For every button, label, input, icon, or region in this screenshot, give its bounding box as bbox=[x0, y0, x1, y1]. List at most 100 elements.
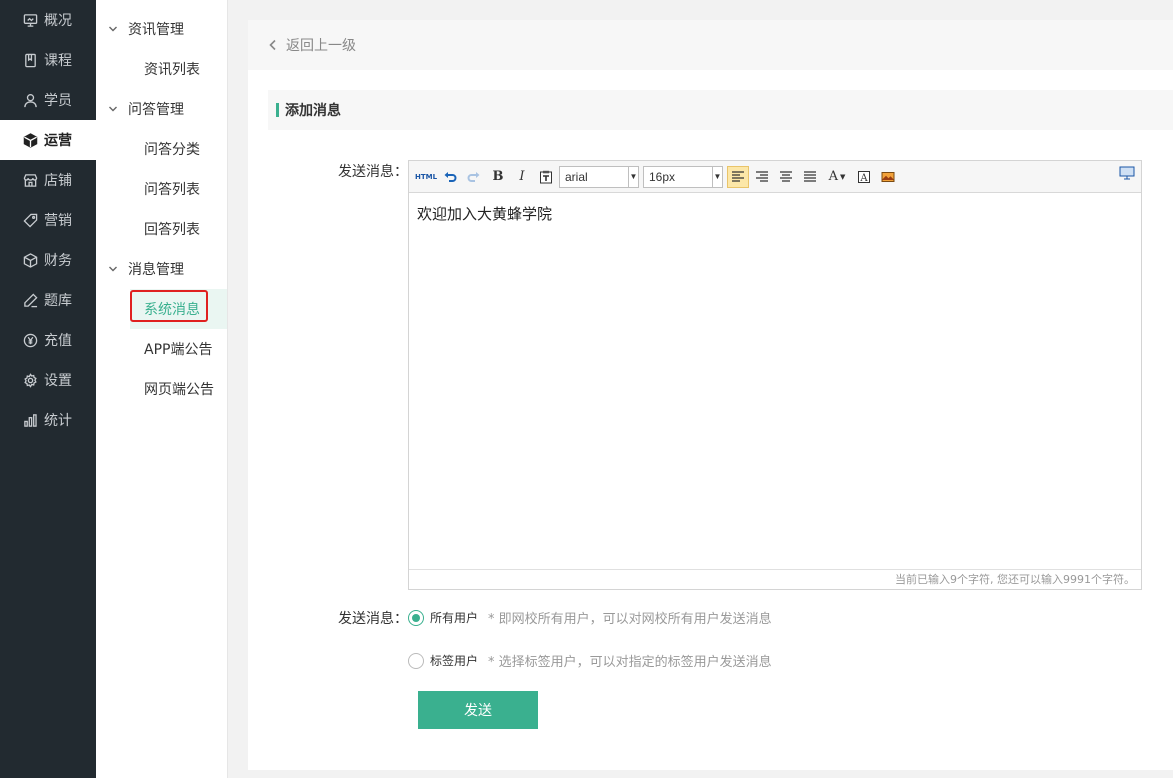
monitor-icon bbox=[22, 12, 38, 28]
image-icon bbox=[881, 171, 895, 182]
insert-image-button[interactable] bbox=[877, 166, 899, 188]
section-title-bar bbox=[276, 103, 279, 117]
character-counter: 当前已输入9个字符, 您还可以输入9991个字符。 bbox=[409, 569, 1141, 589]
nav-item-label: 概况 bbox=[44, 13, 72, 29]
radio-all-users-hint: * 即网校所有用户，可以对网校所有用户发送消息 bbox=[488, 612, 772, 627]
section-title: 添加消息 bbox=[268, 90, 1173, 130]
bar-chart-icon bbox=[22, 412, 38, 428]
message-label: 发送消息： bbox=[338, 164, 408, 180]
nav-item-courses[interactable]: 课程 bbox=[0, 40, 96, 80]
caret-down-icon: ▼ bbox=[628, 166, 638, 187]
nav-item-store[interactable]: 店铺 bbox=[0, 160, 96, 200]
back-link[interactable]: 返回上一级 bbox=[248, 20, 1173, 70]
gear-icon bbox=[22, 372, 38, 388]
menu-group-news[interactable]: 资讯管理 bbox=[96, 9, 227, 49]
nav-item-label: 设置 bbox=[44, 373, 72, 389]
nav-item-marketing[interactable]: 营销 bbox=[0, 200, 96, 240]
radio-tagged-users-hint: * 选择标签用户，可以对指定的标签用户发送消息 bbox=[488, 655, 772, 670]
menu-item-web-notice[interactable]: 网页端公告 bbox=[96, 369, 227, 409]
main-panel: 返回上一级 添加消息 发送消息： HTML B I arial ▼ 16px ▼ bbox=[248, 20, 1173, 770]
pen-icon bbox=[22, 292, 38, 308]
nav-item-label: 课程 bbox=[44, 53, 72, 69]
section-title-text: 添加消息 bbox=[285, 103, 341, 119]
nav-item-label: 营销 bbox=[44, 213, 72, 229]
align-right-button[interactable] bbox=[751, 166, 773, 188]
chevron-left-icon bbox=[269, 39, 276, 51]
bold-button[interactable]: B bbox=[487, 166, 509, 188]
nav-item-statistics[interactable]: 统计 bbox=[0, 400, 96, 440]
background-color-button[interactable]: A bbox=[853, 166, 875, 188]
nav-item-recharge[interactable]: 充值 bbox=[0, 320, 96, 360]
nav-item-label: 财务 bbox=[44, 253, 72, 269]
main-nav: 概况 课程 学员 运营 店铺 营销 财务 题库 充值 设置 统计 bbox=[0, 0, 96, 778]
align-justify-icon bbox=[804, 170, 816, 182]
highlight-text-icon: A bbox=[858, 170, 870, 184]
redo-button[interactable] bbox=[463, 166, 485, 188]
menu-item-qa-category[interactable]: 问答分类 bbox=[96, 129, 227, 169]
fullscreen-button[interactable] bbox=[1119, 166, 1135, 184]
align-left-button[interactable] bbox=[727, 165, 749, 188]
menu-item-system-message[interactable]: 系统消息 bbox=[130, 289, 227, 329]
menu-group-messages[interactable]: 消息管理 bbox=[96, 249, 227, 289]
nav-item-settings[interactable]: 设置 bbox=[0, 360, 96, 400]
redo-icon bbox=[467, 171, 480, 182]
nav-item-label: 店铺 bbox=[44, 173, 72, 189]
menu-group-qa[interactable]: 问答管理 bbox=[96, 89, 227, 129]
back-label: 返回上一级 bbox=[286, 38, 356, 54]
radio-all-users-label: 所有用户 bbox=[430, 611, 479, 625]
coin-box-icon bbox=[22, 252, 38, 268]
book-icon bbox=[22, 52, 38, 68]
undo-button[interactable] bbox=[439, 166, 461, 188]
radio-tagged-users-label: 标签用户 bbox=[430, 654, 479, 668]
highlight-box bbox=[130, 290, 208, 322]
chevron-down-icon bbox=[108, 264, 118, 274]
cube-icon bbox=[22, 132, 38, 148]
chevron-down-icon bbox=[108, 24, 118, 34]
undo-icon bbox=[444, 171, 457, 182]
align-justify-button[interactable] bbox=[799, 166, 821, 188]
menu-item-news-list[interactable]: 资讯列表 bbox=[96, 49, 227, 89]
svg-text:A: A bbox=[859, 173, 868, 184]
paste-text-button[interactable] bbox=[535, 166, 557, 188]
paste-text-icon bbox=[540, 170, 552, 183]
nav-item-label: 题库 bbox=[44, 293, 72, 309]
menu-group-label: 资讯管理 bbox=[128, 22, 184, 38]
send-button[interactable]: 发送 bbox=[418, 691, 538, 729]
menu-item-qa-list[interactable]: 问答列表 bbox=[96, 169, 227, 209]
store-icon bbox=[22, 172, 38, 188]
nav-item-label: 充值 bbox=[44, 333, 72, 349]
recipient-label: 发送消息： bbox=[338, 611, 408, 627]
editor-toolbar: HTML B I arial ▼ 16px ▼ A ▼ A bbox=[409, 161, 1141, 193]
font-color-button[interactable]: A ▼ bbox=[823, 166, 851, 188]
recipient-option-all[interactable]: 所有用户 * 即网校所有用户，可以对网校所有用户发送消息 bbox=[408, 608, 772, 627]
chevron-down-icon bbox=[108, 104, 118, 114]
align-center-icon bbox=[780, 170, 792, 182]
radio-all-users[interactable] bbox=[408, 609, 424, 626]
editor-content[interactable]: 欢迎加入大黄蜂学院 bbox=[409, 193, 1141, 569]
align-right-icon bbox=[756, 170, 768, 182]
rich-text-editor: HTML B I arial ▼ 16px ▼ A ▼ A 欢迎加入大黄蜂学院 当 bbox=[408, 160, 1142, 590]
nav-item-operations[interactable]: 运营 bbox=[0, 120, 96, 160]
nav-item-overview[interactable]: 概况 bbox=[0, 0, 96, 40]
align-left-icon bbox=[732, 170, 744, 182]
yen-icon bbox=[22, 332, 38, 348]
radio-tagged-users[interactable] bbox=[408, 652, 424, 669]
menu-group-label: 消息管理 bbox=[128, 262, 184, 278]
monitor-fullscreen-icon bbox=[1119, 166, 1135, 180]
html-source-button[interactable]: HTML bbox=[415, 166, 437, 188]
nav-item-finance[interactable]: 财务 bbox=[0, 240, 96, 280]
menu-item-app-notice[interactable]: APP端公告 bbox=[96, 329, 227, 369]
secondary-menu: 资讯管理 资讯列表 问答管理 问答分类 问答列表 回答列表 消息管理 系统消息 … bbox=[96, 0, 228, 778]
italic-button[interactable]: I bbox=[511, 166, 533, 188]
align-center-button[interactable] bbox=[775, 166, 797, 188]
menu-item-answer-list[interactable]: 回答列表 bbox=[96, 209, 227, 249]
font-size-select[interactable]: 16px ▼ bbox=[643, 165, 723, 188]
caret-down-icon: ▼ bbox=[712, 166, 722, 187]
font-family-select[interactable]: arial ▼ bbox=[559, 165, 639, 188]
recipient-option-tagged[interactable]: 标签用户 * 选择标签用户，可以对指定的标签用户发送消息 bbox=[408, 651, 772, 670]
nav-item-students[interactable]: 学员 bbox=[0, 80, 96, 120]
nav-item-question-bank[interactable]: 题库 bbox=[0, 280, 96, 320]
nav-item-label: 运营 bbox=[44, 133, 72, 149]
menu-group-label: 问答管理 bbox=[128, 102, 184, 118]
user-icon bbox=[22, 92, 38, 108]
